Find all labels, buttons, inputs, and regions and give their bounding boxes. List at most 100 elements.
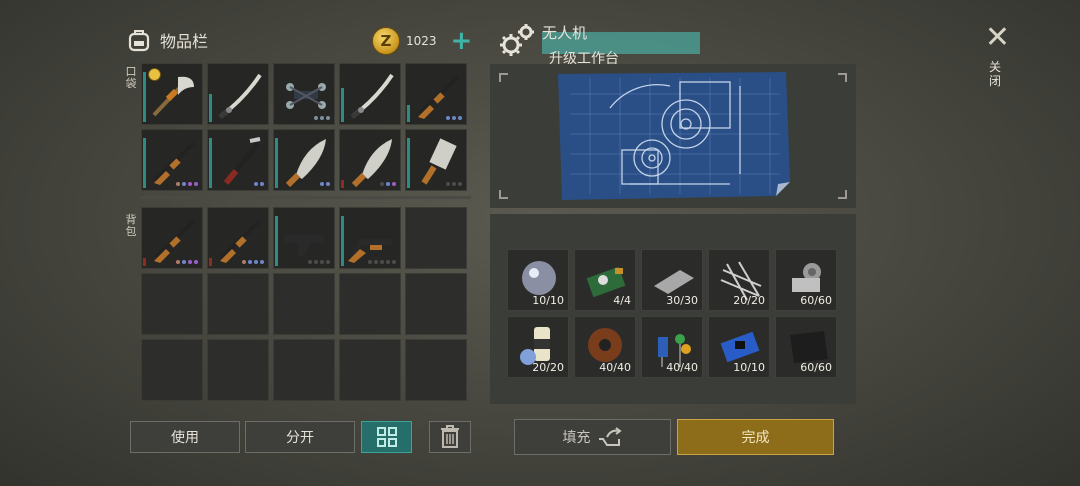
pocket-grid bbox=[141, 63, 467, 191]
add-coins-button[interactable]: + bbox=[451, 28, 473, 54]
rifle-icon bbox=[418, 75, 460, 119]
material-circuit-board[interactable]: 4/4 bbox=[574, 249, 636, 311]
material-quantity: 40/40 bbox=[666, 361, 698, 374]
upgrade-dot bbox=[188, 260, 192, 264]
durability-bar bbox=[407, 105, 410, 122]
fill-label: 填充 bbox=[562, 430, 591, 446]
empty-slot[interactable] bbox=[273, 339, 335, 401]
empty-slot[interactable] bbox=[405, 339, 467, 401]
upgrade-dot bbox=[194, 260, 198, 264]
material-quantity: 4/4 bbox=[613, 294, 631, 307]
inventory-slot-glaive[interactable] bbox=[141, 63, 203, 125]
inventory-slot-machete[interactable] bbox=[339, 129, 401, 191]
rifle-icon bbox=[154, 141, 196, 185]
upgrade-dot bbox=[326, 116, 330, 120]
inventory-slot-rifle[interactable] bbox=[141, 129, 203, 191]
delete-button[interactable] bbox=[429, 421, 471, 453]
smg-icon bbox=[284, 235, 324, 257]
upgrade-dot bbox=[452, 182, 456, 186]
upgrade-dots bbox=[308, 260, 330, 264]
upgrade-dots bbox=[320, 182, 330, 186]
split-button[interactable]: 分开 bbox=[245, 421, 355, 453]
material-gear-mechanism[interactable]: 60/60 bbox=[775, 249, 837, 311]
inventory-slot-katana[interactable] bbox=[339, 63, 401, 125]
close-icon[interactable]: ✕ bbox=[985, 20, 1010, 55]
coin-amount: 1023 bbox=[406, 34, 437, 48]
upgrade-dot bbox=[446, 116, 450, 120]
empty-slot[interactable] bbox=[405, 207, 467, 269]
materials-grid: 10/10 4/4 30/30 20/20 60/60 20/20 40/40 40/40 10… bbox=[507, 249, 837, 378]
coin-badge-icon bbox=[148, 68, 161, 81]
upgrade-dot bbox=[392, 260, 396, 264]
empty-slot[interactable] bbox=[273, 273, 335, 335]
material-steel-plate[interactable]: 30/30 bbox=[641, 249, 703, 311]
upgrade-dots bbox=[242, 260, 264, 264]
complete-button[interactable]: 完成 bbox=[677, 419, 834, 455]
upgrade-dot bbox=[452, 116, 456, 120]
upgrade-dot bbox=[308, 260, 312, 264]
inventory-slot-rifle[interactable] bbox=[405, 63, 467, 125]
material-lens[interactable]: 10/10 bbox=[507, 249, 569, 311]
upgrade-dot bbox=[254, 260, 258, 264]
pocket-label: 口袋 bbox=[125, 65, 137, 90]
upgrade-dot bbox=[320, 116, 324, 120]
inventory-slot-cleaver[interactable] bbox=[405, 129, 467, 191]
empty-slot[interactable] bbox=[339, 273, 401, 335]
durability-bar bbox=[407, 138, 410, 188]
sort-button[interactable] bbox=[361, 421, 412, 453]
inventory-slot-rifle[interactable] bbox=[141, 207, 203, 269]
inventory-slot-shotgun[interactable] bbox=[339, 207, 401, 269]
material-quantity: 40/40 bbox=[599, 361, 631, 374]
inventory-slot-crowbar[interactable] bbox=[207, 129, 269, 191]
upgrade-dot bbox=[320, 260, 324, 264]
crafting-header-icon-wrap bbox=[498, 22, 538, 62]
durability-bar bbox=[143, 138, 146, 188]
material-microchip[interactable]: 10/10 bbox=[708, 316, 770, 378]
durability-bar bbox=[143, 258, 146, 266]
material-quantity: 60/60 bbox=[800, 294, 832, 307]
inventory-slot-drone[interactable] bbox=[273, 63, 335, 125]
upgrade-dot bbox=[176, 260, 180, 264]
upgrade-dot bbox=[374, 260, 378, 264]
empty-slot[interactable] bbox=[141, 339, 203, 401]
upgrade-dots bbox=[176, 260, 198, 264]
material-wire-mesh[interactable]: 20/20 bbox=[708, 249, 770, 311]
rifle-icon bbox=[220, 219, 262, 263]
material-quantity: 20/20 bbox=[532, 361, 564, 374]
blueprint-image bbox=[499, 72, 847, 200]
empty-slot[interactable] bbox=[141, 273, 203, 335]
durability-bar bbox=[209, 258, 212, 266]
empty-slot[interactable] bbox=[339, 339, 401, 401]
katana-icon bbox=[350, 73, 394, 119]
material-copper-coil[interactable]: 40/40 bbox=[574, 316, 636, 378]
material-leather[interactable]: 60/60 bbox=[775, 316, 837, 378]
inventory-slot-rifle[interactable] bbox=[207, 207, 269, 269]
inventory-slot-machete[interactable] bbox=[273, 129, 335, 191]
rifle-icon bbox=[154, 219, 196, 263]
material-capacitors[interactable]: 40/40 bbox=[641, 316, 703, 378]
upgrade-dot bbox=[380, 182, 384, 186]
fill-button[interactable]: 填充 bbox=[514, 419, 671, 455]
durability-bar bbox=[209, 138, 212, 188]
upgrade-dot bbox=[248, 260, 252, 264]
inventory-slot-katana[interactable] bbox=[207, 63, 269, 125]
empty-slot[interactable] bbox=[405, 273, 467, 335]
shotgun-icon bbox=[348, 239, 392, 263]
close-label[interactable]: 关闭 bbox=[988, 60, 1002, 88]
upgrade-dot bbox=[242, 260, 246, 264]
use-button[interactable]: 使用 bbox=[130, 421, 240, 453]
backpack-grid bbox=[141, 207, 467, 401]
durability-bar bbox=[341, 88, 344, 122]
material-quantity: 30/30 bbox=[666, 294, 698, 307]
empty-slot[interactable] bbox=[207, 339, 269, 401]
machete-icon bbox=[351, 139, 392, 187]
material-quantity: 60/60 bbox=[800, 361, 832, 374]
upgrade-dot bbox=[458, 182, 462, 186]
material-glue-bottle[interactable]: 20/20 bbox=[507, 316, 569, 378]
upgrade-dot bbox=[386, 182, 390, 186]
inventory-slot-smg[interactable] bbox=[273, 207, 335, 269]
upgrade-dot bbox=[260, 260, 264, 264]
upgrade-dot bbox=[188, 182, 192, 186]
empty-slot[interactable] bbox=[207, 273, 269, 335]
machete-icon bbox=[285, 139, 326, 187]
